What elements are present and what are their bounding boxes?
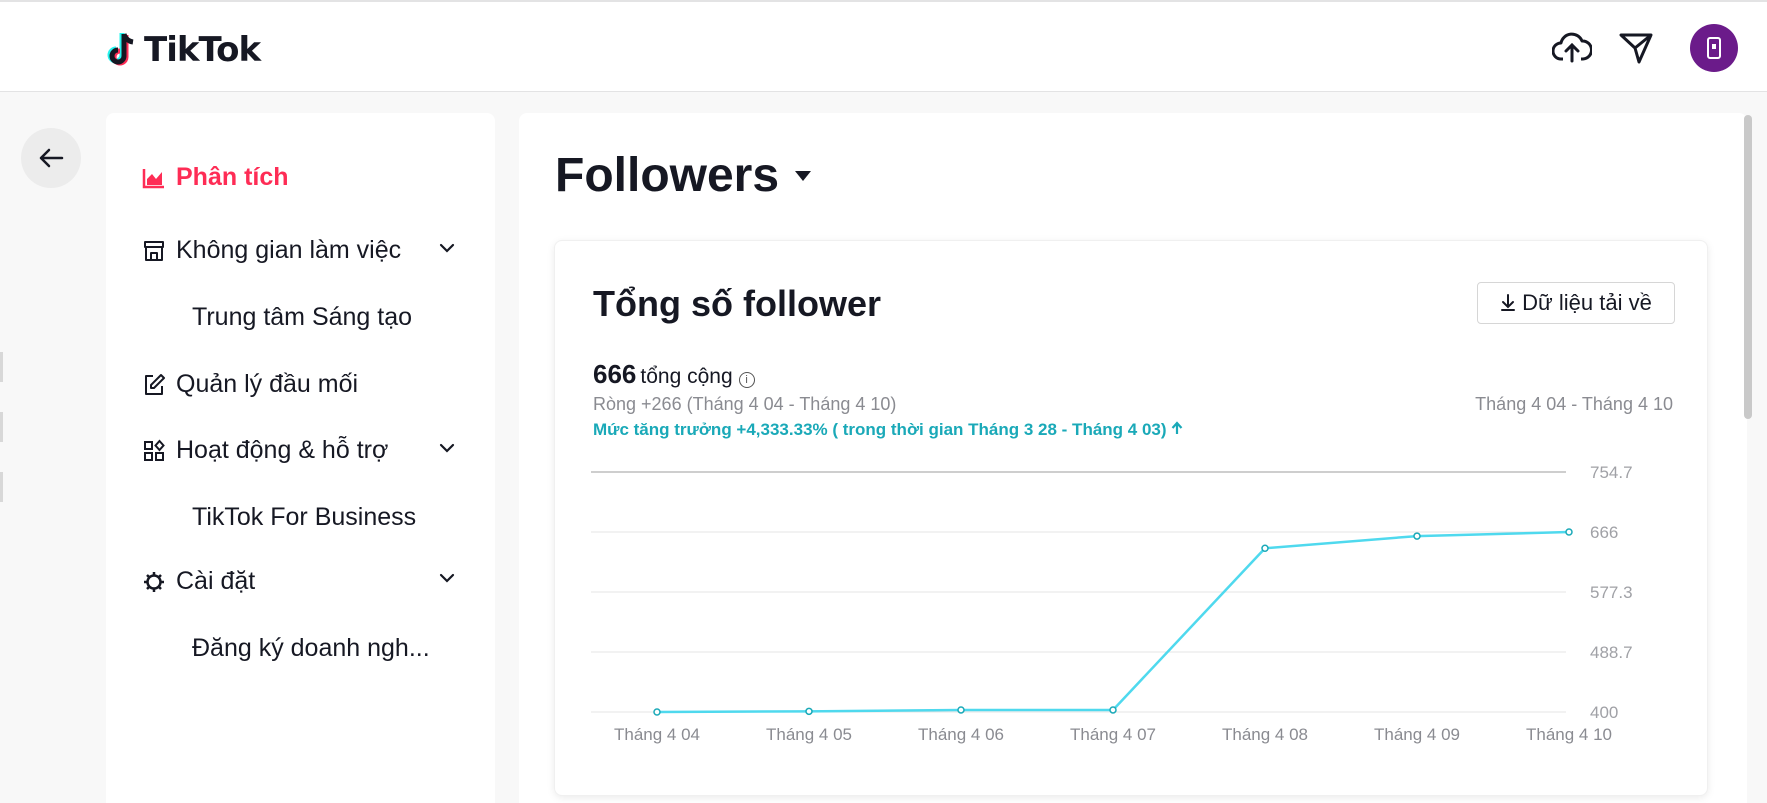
total-value: 666: [593, 359, 637, 389]
date-range-text: Tháng 4 04 - Tháng 4 10: [1475, 394, 1673, 414]
x-tick-label: Tháng 4 10: [1526, 725, 1612, 744]
sidebar-subitem-tiktok-for-business[interactable]: TikTok For Business: [192, 503, 416, 532]
series-line: [656, 530, 1570, 714]
arrow-up-icon: [1171, 421, 1183, 434]
avatar[interactable]: [1690, 24, 1738, 72]
send-message-icon[interactable]: [1614, 28, 1658, 68]
x-tick-label: Tháng 4 04: [614, 725, 700, 744]
edge-divider: [0, 412, 3, 442]
total-followers: 666 tổng cộng i: [593, 359, 755, 390]
info-icon[interactable]: i: [738, 372, 755, 388]
card-title: Tổng số follower: [593, 283, 881, 324]
page-title: Followers: [555, 149, 780, 202]
sidebar-item-workspace[interactable]: Không gian làm việc: [142, 236, 401, 265]
data-point[interactable]: [1109, 706, 1117, 714]
y-tick-label: 577.3: [1590, 583, 1633, 602]
data-point[interactable]: [1261, 544, 1269, 553]
sidebar-item-label: Không gian làm việc: [176, 236, 402, 264]
sidebar-item-activity-support[interactable]: Hoạt động & hỗ trợ: [142, 436, 388, 465]
sidebar-item-label: Hoạt động & hỗ trợ: [176, 436, 389, 464]
followers-line-chart: 754.7 666 577.3 488.7 400 Tháng 4 04 Tháng 4 0…: [591, 463, 1633, 744]
top-bar: TikTok: [0, 0, 1767, 92]
y-tick-label: 754.7: [1590, 463, 1633, 482]
metric-selector[interactable]: Followers: [555, 148, 812, 203]
tiktok-logo-icon: [107, 33, 134, 66]
data-point[interactable]: [653, 708, 661, 716]
y-tick-label: 400: [1590, 703, 1618, 722]
data-point[interactable]: [957, 706, 965, 714]
apps-grid-icon: [142, 438, 166, 463]
growth-text: Mức tăng trưởng +4,333.33% ( trong thời …: [593, 420, 1167, 439]
x-tick-label: Tháng 4 05: [766, 725, 852, 744]
chevron-down-icon[interactable]: [436, 237, 458, 259]
arrow-left-icon: [39, 148, 64, 168]
sidebar-item-lead-management[interactable]: Quản lý đầu mối: [142, 370, 358, 399]
total-label: tổng cộng: [640, 365, 733, 388]
chart-area-icon: [142, 166, 166, 190]
x-tick-label: Tháng 4 06: [918, 725, 1004, 744]
y-tick-label: 488.7: [1590, 643, 1633, 662]
back-button[interactable]: [21, 128, 81, 188]
sidebar-item-analytics[interactable]: Phân tích: [142, 163, 289, 192]
upload-cloud-icon[interactable]: [1550, 28, 1594, 68]
chevron-down-icon[interactable]: [436, 437, 458, 459]
sidebar-item-settings[interactable]: Cài đặt: [142, 567, 255, 596]
data-point[interactable]: [1413, 532, 1421, 540]
store-icon: [142, 239, 166, 263]
net-change-text: Ròng +266 (Tháng 4 04 - Tháng 4 10): [593, 394, 897, 414]
x-tick-label: Tháng 4 08: [1222, 725, 1308, 744]
edge-divider: [0, 352, 3, 382]
x-tick-label: Tháng 4 07: [1070, 725, 1156, 744]
sidebar: Phân tích Không gian làm việc Trung tâm …: [106, 113, 495, 803]
growth-rate: Mức tăng trưởng +4,333.33% ( trong thời …: [593, 420, 1183, 440]
caret-down-icon: [795, 170, 812, 181]
y-tick-label: 666: [1590, 523, 1618, 542]
gear-icon: [142, 570, 166, 594]
edge-divider: [0, 472, 3, 502]
download-data-button[interactable]: Dữ liệu tải về: [1477, 282, 1675, 324]
download-label: Dữ liệu tải về: [1522, 290, 1652, 315]
chevron-down-icon[interactable]: [436, 567, 458, 589]
sidebar-subitem-business-registration[interactable]: Đăng ký doanh ngh...: [192, 634, 430, 663]
edit-square-icon: [142, 373, 166, 397]
x-tick-label: Tháng 4 09: [1374, 725, 1460, 744]
data-point[interactable]: [805, 707, 813, 716]
tiktok-logo[interactable]: TikTok: [104, 30, 261, 70]
brand-name: TikTok: [144, 30, 261, 70]
sidebar-item-label: Quản lý đầu mối: [176, 370, 359, 398]
download-icon: [1501, 294, 1516, 311]
scrollbar-thumb[interactable]: [1744, 115, 1752, 419]
sidebar-subitem-creator-center[interactable]: Trung tâm Sáng tạo: [192, 303, 412, 332]
sidebar-item-label: Cài đặt: [176, 567, 256, 595]
data-point[interactable]: [1565, 528, 1573, 536]
sidebar-item-label: Phân tích: [176, 163, 289, 191]
